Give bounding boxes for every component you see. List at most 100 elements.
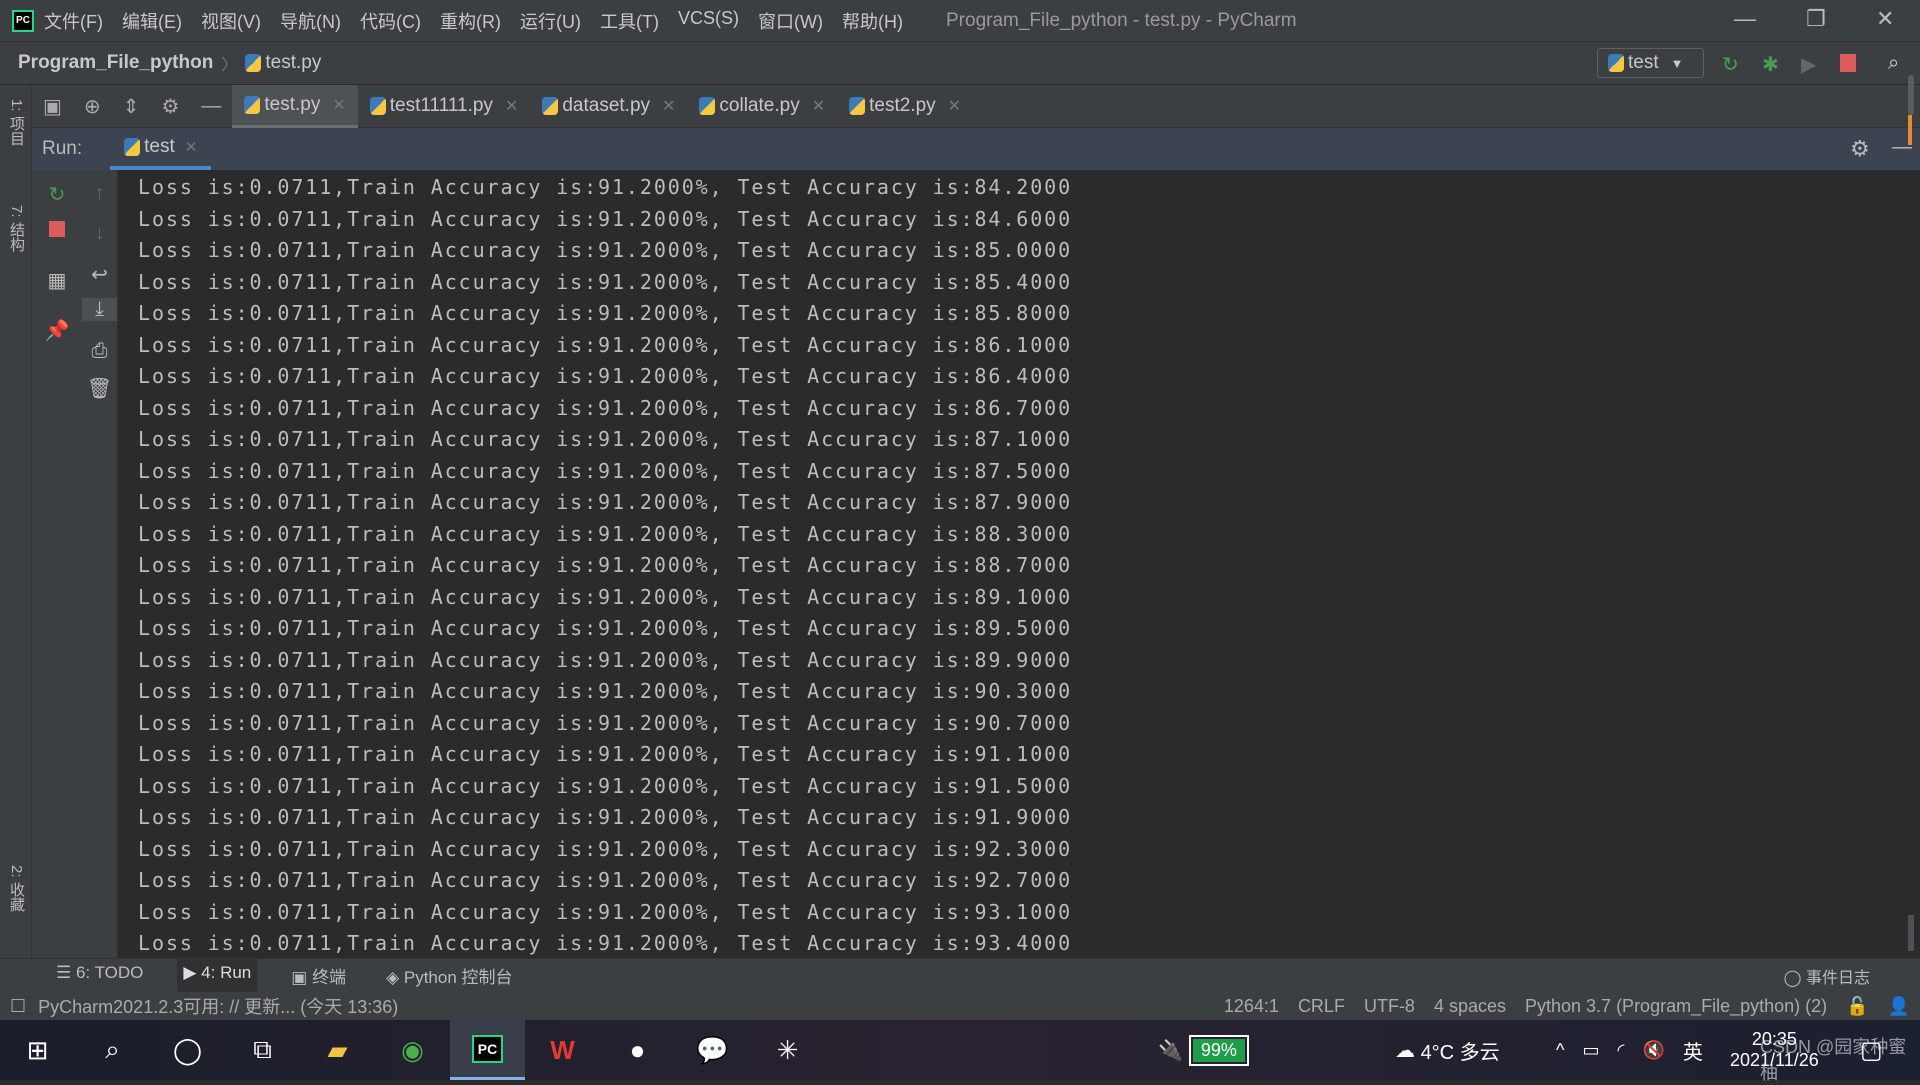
- menu-item[interactable]: 重构(R): [440, 8, 501, 34]
- restore-button[interactable]: ❐: [1806, 6, 1826, 32]
- lock-icon[interactable]: 🔓: [1846, 996, 1868, 1017]
- menu-item[interactable]: 编辑(E): [122, 8, 182, 34]
- file-explorer-icon[interactable]: ▰: [300, 1020, 375, 1080]
- mute-icon[interactable]: 🔇: [1642, 1040, 1664, 1061]
- menu-item[interactable]: VCS(S): [678, 8, 739, 34]
- navigation-bar: Program_File_python 〉 test.py test ▼ ↻ ✱ …: [0, 42, 1920, 85]
- breadcrumb-separator: 〉: [221, 57, 238, 74]
- file-tab[interactable]: collate.py ✕: [687, 85, 837, 128]
- close-button[interactable]: ✕: [1876, 6, 1894, 32]
- wps-icon[interactable]: W: [525, 1020, 600, 1080]
- bottom-tab[interactable]: ◈ Python 控制台: [380, 958, 518, 993]
- pycharm-taskbar-icon[interactable]: PC: [450, 1020, 525, 1080]
- trash-icon[interactable]: 🗑: [82, 376, 117, 401]
- menu-item[interactable]: 帮助(H): [842, 8, 903, 34]
- caret-position[interactable]: 1264:1: [1224, 996, 1279, 1017]
- console-line: Loss is:0.0711,Train Accuracy is:91.2000…: [138, 836, 1073, 861]
- search-icon[interactable]: ⌕: [75, 1020, 150, 1080]
- project-tool-button[interactable]: 1: 项目: [6, 99, 27, 146]
- close-icon[interactable]: ✕: [185, 138, 198, 156]
- file-tab[interactable]: dataset.py ✕: [530, 85, 687, 128]
- wechat-icon[interactable]: 💬: [675, 1020, 750, 1080]
- pin-icon[interactable]: 📌: [32, 318, 82, 343]
- chevron-up-icon[interactable]: ^: [1556, 1040, 1564, 1061]
- notification-icon[interactable]: ▢: [1860, 1020, 1883, 1080]
- file-tab[interactable]: test11111.py ✕: [358, 85, 531, 128]
- file-tab-label: test11111.py: [389, 95, 493, 116]
- close-icon[interactable]: ✕: [812, 96, 825, 116]
- battery-indicator[interactable]: 🔌 99%: [1158, 1020, 1249, 1080]
- bottom-tab[interactable]: ▶ 4: Run: [177, 958, 258, 993]
- breadcrumb-file[interactable]: test.py: [265, 52, 321, 74]
- power-icon[interactable]: ▭: [1582, 1040, 1599, 1061]
- inspector-icon[interactable]: 👤: [1888, 996, 1910, 1017]
- close-icon[interactable]: ✕: [662, 96, 675, 116]
- file-encoding[interactable]: UTF-8: [1364, 996, 1415, 1017]
- arrow-up-icon[interactable]: ↑: [82, 182, 117, 205]
- stop-icon[interactable]: [32, 220, 82, 243]
- weather-widget[interactable]: ☁ 4°C 多云: [1395, 1020, 1500, 1080]
- minimize-button[interactable]: —: [1734, 6, 1756, 32]
- run-config-select[interactable]: test ▼: [1597, 48, 1704, 78]
- menu-item[interactable]: 代码(C): [360, 8, 421, 34]
- window-title: Program_File_python - test.py - PyCharm: [946, 10, 1297, 31]
- gear-icon[interactable]: ⚙: [1850, 136, 1870, 162]
- breadcrumb-project[interactable]: Program_File_python: [18, 52, 213, 74]
- rerun-icon[interactable]: ↻: [32, 182, 82, 207]
- close-icon[interactable]: ✕: [948, 96, 961, 116]
- rerun-icon[interactable]: ↻: [1722, 52, 1739, 77]
- stop-icon[interactable]: [1840, 54, 1856, 72]
- run-tab-test[interactable]: test ✕: [110, 128, 212, 170]
- event-log-label: 事件日志: [1805, 969, 1870, 987]
- ime-indicator[interactable]: 英: [1683, 1036, 1703, 1065]
- line-separator[interactable]: CRLF: [1298, 996, 1345, 1017]
- menu-item[interactable]: 视图(V): [201, 8, 261, 34]
- menu-item[interactable]: 工具(T): [600, 8, 659, 34]
- chrome-icon[interactable]: ◉: [375, 1020, 450, 1080]
- watermark: CSDN @园家种蜜柚: [1760, 1037, 1907, 1083]
- bottom-tab[interactable]: ☰ 6: TODO: [50, 958, 149, 993]
- console-output[interactable]: Loss is:0.0711,Train Accuracy is:91.2000…: [118, 170, 1908, 958]
- menu-item[interactable]: 窗口(W): [758, 8, 823, 34]
- interpreter[interactable]: Python 3.7 (Program_File_python) (2): [1525, 996, 1827, 1017]
- debug-icon[interactable]: ✱: [1762, 52, 1779, 77]
- indent-setting[interactable]: 4 spaces: [1434, 996, 1506, 1017]
- app-icon[interactable]: ●: [600, 1020, 675, 1080]
- soft-wrap-icon[interactable]: ↩: [82, 262, 117, 287]
- gear-icon[interactable]: ⚙: [161, 94, 179, 119]
- bottom-tab[interactable]: ▣ 终端: [285, 958, 352, 993]
- arrow-down-icon[interactable]: ↓: [82, 222, 117, 245]
- bottom-tab-label: 6: TODO: [75, 963, 144, 982]
- console-line: Loss is:0.0711,Train Accuracy is:91.2000…: [138, 301, 1073, 325]
- panel-layout-icon[interactable]: ▣: [43, 94, 62, 119]
- event-log-button[interactable]: ◯ 事件日志: [1784, 964, 1870, 988]
- layout-icon[interactable]: ▦: [32, 268, 82, 293]
- python-console-icon: ◈: [386, 968, 404, 987]
- close-icon[interactable]: ✕: [505, 96, 518, 116]
- close-icon[interactable]: ✕: [332, 95, 345, 115]
- favorites-tool-button[interactable]: 2: 收藏: [6, 865, 27, 912]
- structure-tool-button[interactable]: 7: 结构: [6, 205, 27, 252]
- start-icon[interactable]: ⊞: [0, 1020, 75, 1080]
- task-view-icon[interactable]: ⧉: [225, 1020, 300, 1080]
- print-icon[interactable]: ⎙: [82, 340, 117, 363]
- file-tab[interactable]: test.py ✕: [232, 84, 358, 128]
- app-icon-2[interactable]: ✳: [750, 1020, 825, 1080]
- menu-item[interactable]: 导航(N): [280, 8, 341, 34]
- weather-text: 4°C 多云: [1420, 1041, 1500, 1064]
- scrollbar[interactable]: [1908, 75, 1916, 955]
- collapse-icon[interactable]: ⇕: [123, 94, 140, 119]
- wifi-icon[interactable]: ◜: [1617, 1040, 1624, 1061]
- chevron-down-icon: ▼: [1670, 55, 1684, 71]
- cortana-icon[interactable]: ◯: [150, 1020, 225, 1080]
- menu-item[interactable]: 运行(U): [520, 8, 581, 34]
- status-message[interactable]: PyCharm2021.2.3可用: // 更新... (今天 13:36): [38, 993, 398, 1019]
- menu-item[interactable]: 文件(F): [44, 8, 103, 34]
- file-tab[interactable]: test2.py ✕: [837, 85, 973, 128]
- status-toggle-icon[interactable]: ☐: [10, 996, 26, 1017]
- coverage-icon[interactable]: ▶: [1801, 52, 1816, 77]
- locate-icon[interactable]: ⊕: [84, 94, 101, 119]
- search-icon[interactable]: ⌕: [1888, 52, 1899, 75]
- hide-icon[interactable]: —: [201, 95, 221, 118]
- scroll-to-end-icon[interactable]: ⤓: [82, 298, 117, 321]
